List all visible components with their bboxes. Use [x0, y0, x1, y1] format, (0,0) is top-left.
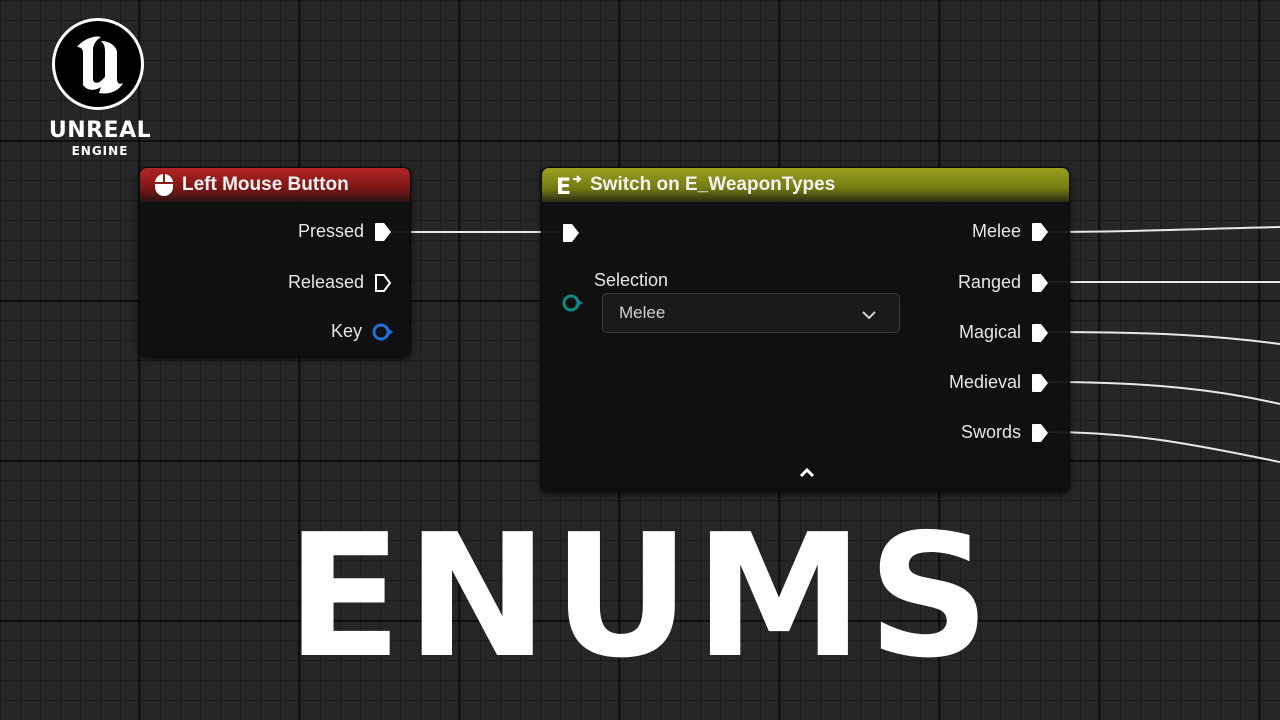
exec-pin-icon[interactable] — [1031, 273, 1049, 293]
exec-pin-icon[interactable] — [1031, 423, 1049, 443]
exec-pin-icon[interactable] — [1031, 222, 1049, 242]
pin-label: Released — [287, 272, 364, 292]
node-title: Switch on E_WeaponTypes — [590, 174, 836, 195]
pin-label: Magical — [958, 322, 1021, 342]
pin-label: Pressed — [297, 221, 364, 241]
pin-released[interactable]: Released — [288, 272, 392, 293]
left-mouse-button-node[interactable]: Left Mouse Button Pressed Released Key — [139, 167, 411, 357]
switch-on-enum-node[interactable]: E Switch on E_WeaponTypes Selection Mele… — [541, 167, 1070, 492]
output-pin-ranged[interactable]: Ranged — [958, 272, 1049, 293]
output-pin-magical[interactable]: Magical — [959, 322, 1049, 343]
pin-label: Melee — [971, 221, 1021, 241]
pin-key[interactable]: Key — [330, 321, 393, 342]
pin-label: Swords — [960, 422, 1021, 442]
selection-dropdown[interactable]: Melee — [602, 293, 900, 333]
output-pin-swords[interactable]: Swords — [961, 422, 1049, 443]
wire-magical-out — [1047, 331, 1280, 345]
wire-melee-out — [1047, 226, 1280, 233]
enum-switch-icon: E — [556, 173, 582, 197]
node-header[interactable]: Left Mouse Button — [140, 168, 410, 202]
chevron-down-icon — [861, 306, 877, 326]
unreal-engine-logo: UNREAL ENGINE — [30, 16, 170, 166]
unreal-emblem-icon — [52, 18, 144, 110]
pin-label: Key — [330, 321, 362, 341]
collapse-chevron-up-icon[interactable] — [798, 466, 816, 485]
wire-swords-out — [1047, 431, 1280, 463]
output-pin-melee[interactable]: Melee — [972, 221, 1049, 242]
video-title: ENUMS — [285, 498, 995, 696]
pin-label: Ranged — [957, 272, 1021, 292]
selection-label: Selection — [594, 270, 669, 290]
selection-value: Melee — [619, 303, 666, 322]
exec-pin-icon[interactable] — [1031, 373, 1049, 393]
exec-pin-hollow-icon[interactable] — [374, 273, 392, 293]
mouse-icon — [154, 173, 174, 197]
exec-pin-icon[interactable] — [374, 222, 392, 242]
pin-pressed[interactable]: Pressed — [298, 221, 392, 242]
key-data-pin-icon[interactable] — [372, 322, 393, 342]
wire-medieval-out — [1047, 381, 1280, 405]
exec-input-pin-icon[interactable] — [562, 223, 580, 248]
output-pin-medieval[interactable]: Medieval — [949, 372, 1049, 393]
exec-pin-icon[interactable] — [1031, 323, 1049, 343]
node-header[interactable]: E Switch on E_WeaponTypes — [542, 168, 1069, 202]
logo-subtitle: ENGINE — [71, 144, 129, 158]
node-title: Left Mouse Button — [182, 174, 349, 195]
selection-data-pin-icon[interactable] — [561, 293, 585, 318]
logo-wordmark: UNREAL — [48, 118, 152, 143]
svg-text:E: E — [556, 175, 571, 197]
pin-label: Medieval — [948, 372, 1021, 392]
